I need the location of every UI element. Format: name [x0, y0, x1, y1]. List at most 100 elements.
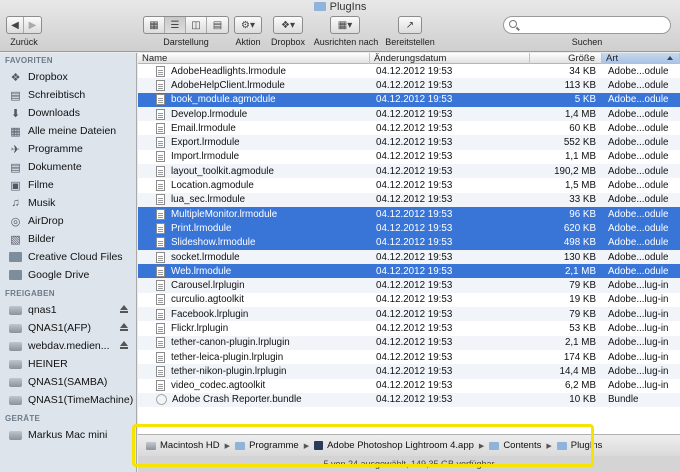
file-name: Flickr.lrplugin	[171, 322, 229, 334]
sidebar-item-filme[interactable]: ▣ Filme	[0, 176, 136, 194]
sidebar-item-programme[interactable]: ✈ Programme	[0, 140, 136, 158]
column-size[interactable]: Größe	[530, 53, 602, 64]
sidebar-item-dropbox[interactable]: ❖ Dropbox	[0, 68, 136, 86]
search-input[interactable]	[522, 18, 667, 32]
path-crumb-contents[interactable]: Contents	[489, 440, 541, 451]
sidebar-item-alle-meine-dateien[interactable]: ▦ Alle meine Dateien	[0, 122, 136, 140]
table-row[interactable]: socket.lrmodule 04.12.2012 19:53 130 KB Ado…	[138, 249, 680, 265]
column-kind[interactable]: Art	[602, 53, 680, 64]
arrange-menu-button[interactable]: ▦▾	[330, 16, 360, 34]
search-label: Suchen	[571, 37, 603, 47]
table-row[interactable]: video_codec.agtoolkit 04.12.2012 19:53 6,2…	[138, 379, 680, 393]
sidebar-item-airdrop[interactable]: ◎ AirDrop	[0, 212, 136, 230]
share-label: Bereitstellen	[385, 37, 435, 47]
file-date: 04.12.2012 19:53	[376, 151, 453, 163]
search-field[interactable]	[503, 16, 671, 34]
table-row[interactable]: AdobeHelpClient.lrmodule 04.12.2012 19:53…	[138, 78, 680, 93]
table-row[interactable]: MultipleMonitor.lrmodule 04.12.2012 19:53…	[138, 206, 680, 222]
file-rows: AdobeHeadlights.lrmodule 04.12.2012 19:53…	[138, 64, 680, 408]
sidebar-item-webdav-medien-[interactable]: webdav.medien...	[0, 337, 136, 355]
table-row[interactable]: lua_sec.lrmodule 04.12.2012 19:53 33 KB Ado…	[138, 192, 680, 207]
sidebar-item-downloads[interactable]: ⬇ Downloads	[0, 104, 136, 122]
path-crumb-macintosh-hd[interactable]: Macintosh HD	[146, 440, 220, 451]
column-view-button[interactable]: ◫	[186, 17, 207, 33]
sidebar-item-dokumente[interactable]: ▤ Dokumente	[0, 158, 136, 176]
table-row[interactable]: Slideshow.lrmodule 04.12.2012 19:53 498 KB…	[138, 235, 680, 250]
eject-icon[interactable]	[120, 305, 128, 313]
file-name: Adobe Crash Reporter.bundle	[172, 394, 302, 406]
table-row[interactable]: book_module.agmodule 04.12.2012 19:53 5 KB…	[138, 92, 680, 107]
path-crumb-plugins[interactable]: PlugIns	[556, 440, 602, 451]
table-row[interactable]: Adobe Crash Reporter.bundle 04.12.2012 19…	[138, 392, 680, 408]
table-row[interactable]: layout_toolkit.agmodule 04.12.2012 19:53 1…	[138, 164, 680, 179]
sidebar-item-qnas1-afp-[interactable]: QNAS1(AFP)	[0, 319, 136, 337]
back-button[interactable]: ◀	[7, 17, 24, 33]
table-row[interactable]: Facebook.lrplugin 04.12.2012 19:53 79 KB Ad…	[138, 307, 680, 322]
sidebar-item-qnas1-samba-[interactable]: QNAS1(SAMBA)	[0, 373, 136, 391]
path-crumb-adobe-photoshop-lightroom-4-app[interactable]: Adobe Photoshop Lightroom 4.app	[314, 440, 474, 451]
table-row[interactable]: tether-canon-plugin.lrplugin 04.12.2012 1…	[138, 335, 680, 350]
file-name: Export.lrmodule	[171, 137, 240, 149]
file-name-cell: tether-leica-plugin.lrplugin	[138, 351, 370, 363]
music-icon: ♫	[11, 197, 20, 209]
folder-icon	[235, 441, 246, 450]
sidebar-item-qnas1[interactable]: qnas1	[0, 301, 136, 319]
table-row[interactable]: tether-nikon-plugin.lrplugin 04.12.2012 1…	[138, 364, 680, 379]
file-name-cell: Flickr.lrplugin	[138, 322, 370, 334]
column-date[interactable]: Änderungsdatum	[370, 53, 530, 64]
table-row[interactable]: Web.lrmodule 04.12.2012 19:53 2,1 MB Adobe.…	[138, 264, 680, 279]
table-row[interactable]: tether-leica-plugin.lrplugin 04.12.2012 1…	[138, 350, 680, 364]
icon-view-button[interactable]: ▦	[144, 17, 165, 33]
network-drive-icon	[9, 323, 22, 333]
table-row[interactable]: Develop.lrmodule 04.12.2012 19:53 1,4 MB Ad…	[138, 106, 680, 122]
coverflow-view-button[interactable]: ▤	[207, 17, 228, 33]
file-date: 04.12.2012 19:53	[376, 365, 453, 377]
file-date: 04.12.2012 19:53	[376, 194, 453, 206]
action-menu-button[interactable]: ⚙▾	[234, 16, 262, 34]
eject-icon[interactable]	[120, 341, 128, 349]
path-crumb-programme[interactable]: Programme	[235, 440, 299, 451]
table-row[interactable]: Export.lrmodule 04.12.2012 19:53 552 KB Ado…	[138, 135, 680, 150]
share-button[interactable]: ↗	[398, 16, 422, 34]
table-row[interactable]: Import.lrmodule 04.12.2012 19:53 1,1 MB Ado…	[138, 150, 680, 164]
sidebar-item-google-drive[interactable]: Google Drive	[0, 266, 136, 284]
sidebar-item-qnas1-timemachine-[interactable]: QNAS1(TimeMachine)	[0, 391, 136, 409]
file-name: tether-canon-plugin.lrplugin	[171, 337, 290, 349]
path-separator-icon: ▶	[224, 442, 231, 450]
table-row[interactable]: Print.lrmodule 04.12.2012 19:53 620 KB Adob…	[138, 221, 680, 236]
file-kind: Adobe...odule	[608, 208, 669, 220]
table-row[interactable]: AdobeHeadlights.lrmodule 04.12.2012 19:53…	[138, 64, 680, 78]
sidebar-item-markus-mac-mini[interactable]: Markus Mac mini	[0, 426, 136, 444]
table-row[interactable]: Location.agmodule 04.12.2012 19:53 1,5 MB A…	[138, 178, 680, 192]
list-view-button[interactable]: ☰	[165, 17, 186, 33]
table-row[interactable]: Carousel.lrplugin 04.12.2012 19:53 79 KB Ad…	[138, 278, 680, 293]
file-name: lua_sec.lrmodule	[171, 194, 246, 206]
table-row[interactable]: Email.lrmodule 04.12.2012 19:53 60 KB Adobe…	[138, 121, 680, 135]
sidebar-item-schreibtisch[interactable]: ▤ Schreibtisch	[0, 86, 136, 104]
sidebar-item-bilder[interactable]: ▧ Bilder	[0, 230, 136, 248]
dropbox-menu-button[interactable]: ❖▾	[273, 16, 303, 34]
file-size: 2,1 MB	[564, 337, 596, 349]
file-kind: Adobe...odule	[608, 65, 669, 77]
forward-button[interactable]: ▶	[24, 17, 41, 33]
file-size: 174 KB	[563, 351, 596, 363]
file-name-cell: Slideshow.lrmodule	[138, 237, 370, 249]
table-row[interactable]: Flickr.lrplugin 04.12.2012 19:53 53 KB Adob…	[138, 321, 680, 335]
sidebar-item-heiner[interactable]: HEINER	[0, 355, 136, 373]
downloads-icon: ⬇	[10, 107, 21, 120]
column-name[interactable]: Name	[138, 53, 370, 64]
dropbox-icon: ❖	[10, 71, 21, 84]
sidebar-item-label: Musik	[28, 197, 56, 209]
table-row[interactable]: curculio.agtoolkit 04.12.2012 19:53 19 KB A…	[138, 293, 680, 307]
file-size: 130 KB	[563, 251, 596, 263]
file-name: tether-leica-plugin.lrplugin	[171, 351, 284, 363]
computer-icon	[9, 430, 22, 440]
sidebar-item-creative-cloud-files[interactable]: Creative Cloud Files	[0, 248, 136, 266]
file-size: 1,5 MB	[564, 180, 596, 192]
sidebar-item-label: AirDrop	[28, 215, 64, 227]
eject-icon[interactable]	[120, 323, 128, 331]
file-size: 2,1 MB	[564, 265, 596, 277]
file-kind: Adobe...odule	[608, 194, 669, 206]
sidebar-item-musik[interactable]: ♫ Musik	[0, 194, 136, 212]
file-name-cell: Print.lrmodule	[138, 222, 370, 234]
